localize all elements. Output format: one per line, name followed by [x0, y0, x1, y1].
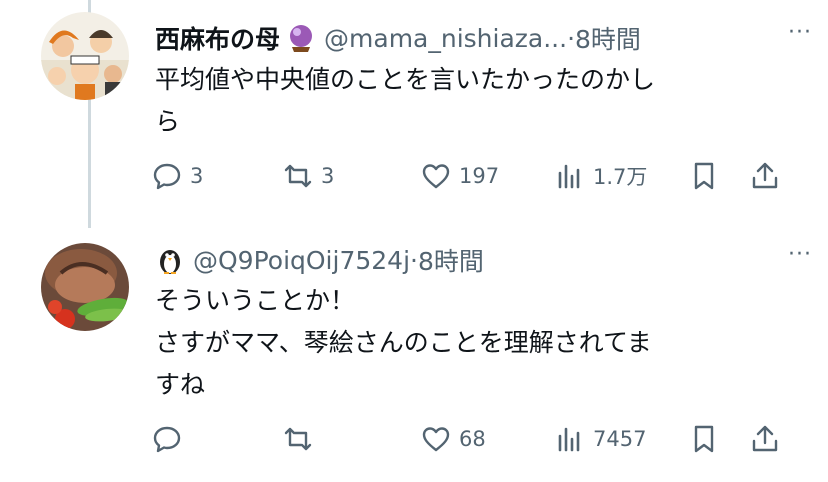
action-bar: 68 7457 [150, 419, 788, 459]
tweet-2[interactable]: @Q9PoiqOij7524j · 8時間 ··· そういうことか！ さすがママ… [0, 228, 828, 482]
reply-icon [153, 426, 181, 453]
tweet-header: 西麻布の母 @mama_nishiaza... · 8時間 [155, 20, 641, 56]
avatar[interactable] [41, 12, 129, 100]
user-handle[interactable]: @mama_nishiaza... [324, 24, 567, 53]
retweet-button[interactable]: 3 [283, 156, 334, 196]
view-count: 1.7万 [593, 165, 648, 189]
views-chart-icon [558, 164, 580, 189]
crystal-ball-icon [286, 23, 316, 53]
penguin-icon [155, 245, 185, 275]
like-button[interactable]: 68 [421, 419, 486, 459]
action-bar: 3 3 197 1.7万 [150, 156, 788, 196]
avatar[interactable] [41, 243, 129, 331]
heart-icon [422, 427, 450, 452]
tweet-text-line: さすがママ、琴絵さんのことを理解されてま [155, 328, 652, 357]
reply-icon [153, 163, 181, 190]
tweet-text-line: すね [155, 370, 206, 399]
bookmark-icon [694, 425, 714, 453]
share-icon [752, 425, 778, 452]
tweet-text: そういうことか！ さすがママ、琴絵さんのことを理解されてま すね [155, 280, 775, 406]
heart-icon [422, 164, 450, 189]
tweet-text-line: そういうことか！ [155, 286, 356, 315]
user-handle[interactable]: @Q9PoiqOij7524j [193, 246, 410, 275]
share-button[interactable] [750, 156, 780, 196]
more-options-icon[interactable]: ··· [788, 20, 812, 45]
retweet-icon [284, 427, 312, 451]
share-icon [752, 162, 778, 189]
views-button[interactable]: 7457 [555, 419, 646, 459]
retweet-icon [284, 164, 312, 188]
separator-dot: · [410, 245, 418, 275]
reply-button[interactable] [152, 419, 190, 459]
tweet-text-line: 平均値や中央値のことを言いたかったのかし [155, 65, 656, 94]
like-count: 197 [459, 164, 500, 188]
views-button[interactable]: 1.7万 [555, 156, 647, 196]
bookmark-icon [694, 162, 714, 190]
like-button[interactable]: 197 [421, 156, 499, 196]
retweet-button[interactable] [283, 419, 321, 459]
retweet-count: 3 [321, 164, 335, 188]
views-chart-icon [558, 427, 580, 452]
timestamp[interactable]: 8時間 [575, 20, 641, 56]
tweet-text: 平均値や中央値のことを言いたかったのかし ら [155, 59, 775, 143]
more-options-icon[interactable]: ··· [788, 242, 812, 267]
tweet-header: @Q9PoiqOij7524j · 8時間 [155, 242, 484, 278]
display-name[interactable]: 西麻布の母 [155, 20, 280, 56]
reply-count: 3 [190, 164, 204, 188]
tweet-1[interactable]: 西麻布の母 @mama_nishiaza... · 8時間 ··· 平均値や中央… [0, 0, 828, 228]
timestamp[interactable]: 8時間 [418, 242, 484, 278]
bookmark-button[interactable] [689, 156, 719, 196]
reply-button[interactable]: 3 [152, 156, 203, 196]
separator-dot: · [567, 23, 576, 53]
share-button[interactable] [750, 419, 780, 459]
bookmark-button[interactable] [689, 419, 719, 459]
tweet-text-line: ら [155, 107, 181, 136]
view-count: 7457 [593, 427, 647, 451]
like-count: 68 [459, 427, 486, 451]
